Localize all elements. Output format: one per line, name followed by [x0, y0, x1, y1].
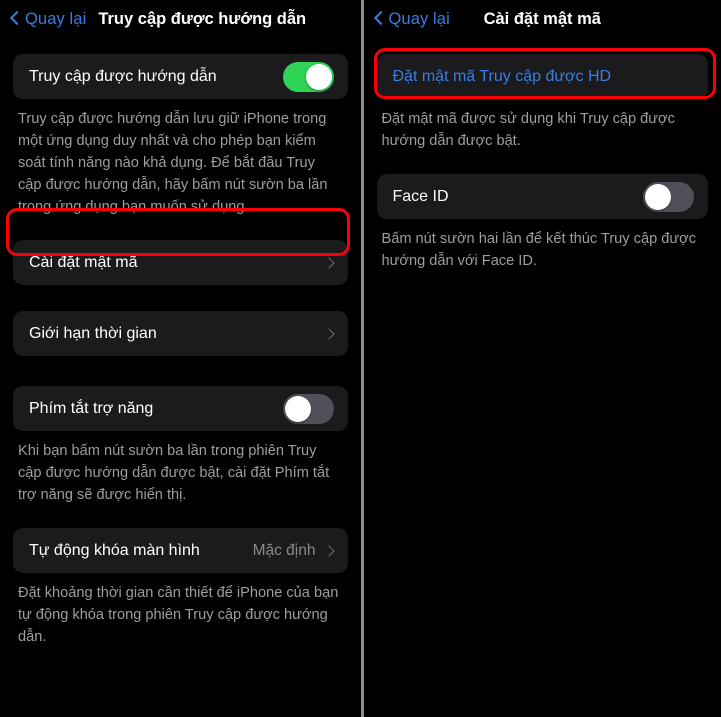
page-title-left: Truy cập được hướng dẫn — [98, 9, 307, 28]
toggle-knob — [284, 395, 311, 422]
back-button-right[interactable]: Quay lại — [374, 10, 450, 29]
left-settings-panel: Quay lại Truy cập được hướng dẫn Truy cậ… — [0, 0, 361, 717]
accessibility-shortcut-description: Khi bạn bấm nút sườn ba lần trong phiên … — [18, 443, 330, 503]
chevron-right-icon — [325, 327, 334, 341]
row-set-passcode[interactable]: Đặt mật mã Truy cập được HD — [376, 54, 708, 99]
chevron-left-icon — [10, 10, 21, 28]
passcode-settings-label: Cài đặt mật mã — [29, 253, 138, 271]
accessibility-shortcut-label: Phím tắt trợ năng — [29, 399, 154, 417]
chevron-right-icon — [325, 256, 334, 270]
set-passcode-label: Đặt mật mã Truy cập được HD — [392, 67, 612, 85]
guided-access-label: Truy cập được hướng dẫn — [29, 67, 217, 85]
guided-access-toggle[interactable] — [282, 61, 334, 92]
display-auto-lock-label: Tự động khóa màn hình — [29, 541, 200, 559]
toggle-knob — [645, 183, 671, 210]
display-auto-lock-description: Đặt khoảng thời gian cần thiết để iPhone… — [18, 585, 339, 645]
back-button-label: Quay lại — [25, 9, 87, 28]
face-id-description: Bấm nút sườn hai lần để kết thúc Truy cậ… — [381, 231, 697, 269]
row-time-limits[interactable]: Giới hạn thời gian — [13, 311, 348, 356]
row-guided-access[interactable]: Truy cập được hướng dẫn — [13, 54, 348, 99]
face-id-toggle[interactable] — [643, 181, 694, 212]
time-limits-label: Giới hạn thời gian — [29, 324, 157, 342]
right-navigation-bar: Quay lại Cài đặt mật mã — [364, 0, 721, 38]
face-id-label: Face ID — [392, 187, 449, 205]
chevron-right-icon — [325, 544, 334, 558]
guided-access-description: Truy cập được hướng dẫn lưu giữ iPhone t… — [18, 111, 328, 215]
right-settings-panel: Quay lại Cài đặt mật mã Đặt mật mã Truy … — [363, 0, 721, 717]
accessibility-shortcut-toggle[interactable] — [282, 393, 334, 424]
split-screenshot-container: Quay lại Truy cập được hướng dẫn Truy cậ… — [0, 0, 721, 717]
row-display-auto-lock[interactable]: Tự động khóa màn hình Mặc định — [13, 528, 348, 573]
display-auto-lock-value: Mặc định — [252, 541, 316, 559]
back-button-left[interactable]: Quay lại — [10, 10, 86, 29]
left-navigation-bar: Quay lại Truy cập được hướng dẫn — [0, 0, 361, 38]
back-button-label: Quay lại — [388, 9, 450, 28]
set-passcode-description: Đặt mật mã được sử dụng khi Truy cập đượ… — [381, 111, 675, 149]
row-face-id[interactable]: Face ID — [376, 174, 708, 219]
toggle-knob — [305, 63, 332, 90]
chevron-left-icon — [374, 10, 385, 28]
row-accessibility-shortcut[interactable]: Phím tắt trợ năng — [13, 386, 348, 431]
row-passcode-settings[interactable]: Cài đặt mật mã — [13, 240, 348, 285]
